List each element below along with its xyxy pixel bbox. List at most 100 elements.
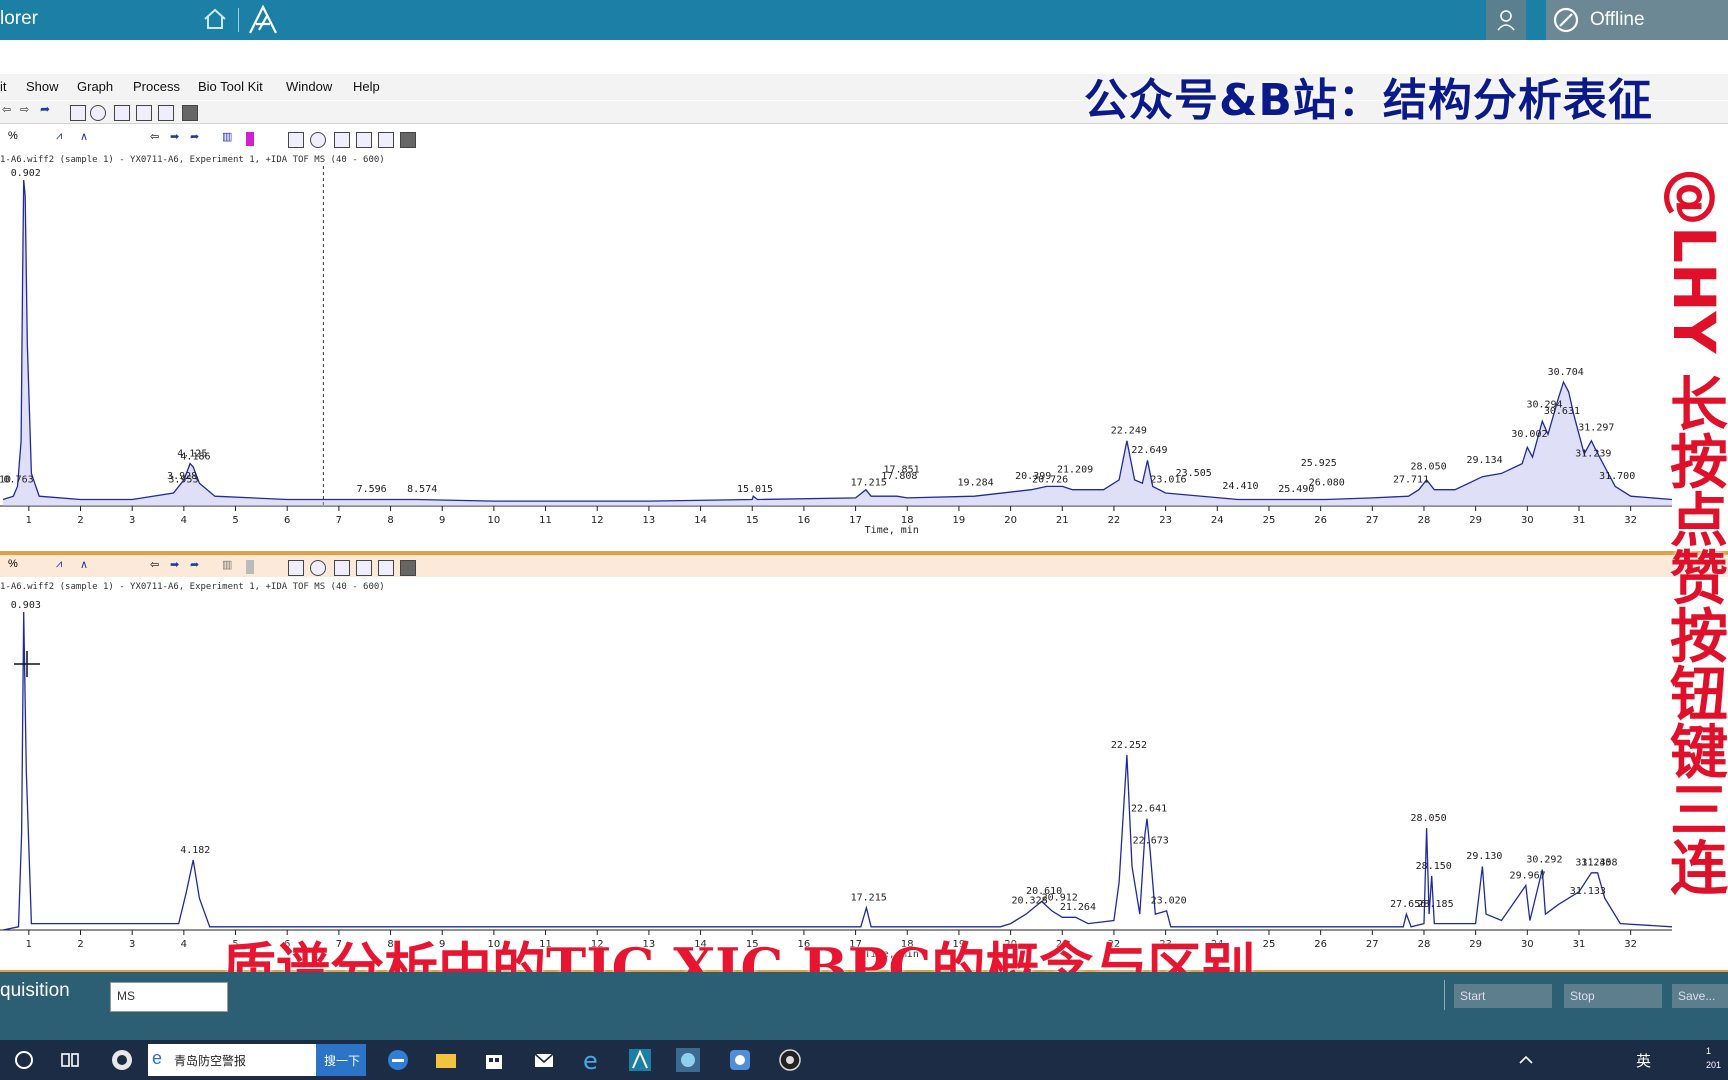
panel-delete-icon-2[interactable] <box>288 560 304 576</box>
marker-icon[interactable] <box>246 132 254 146</box>
x-tick-label: 7 <box>336 515 342 526</box>
x-tick-label: 19 <box>953 515 966 526</box>
x-tick-label: 4 <box>181 939 187 950</box>
series-area <box>3 180 1672 506</box>
panel-zoom-icon-2[interactable] <box>310 560 326 576</box>
title-separator <box>238 8 239 32</box>
stop-button[interactable]: Stop <box>1564 984 1662 1008</box>
panel-list-icon-2[interactable] <box>378 560 394 576</box>
layout-list-icon[interactable] <box>158 105 174 121</box>
file-explorer-icon[interactable] <box>432 1046 460 1074</box>
app-logo-icon[interactable] <box>246 4 280 36</box>
next-icon[interactable]: ➡ <box>170 130 184 144</box>
cortana-icon[interactable] <box>10 1046 38 1074</box>
taskbar-search[interactable]: e 青岛防空警报 <box>148 1044 316 1076</box>
mail-icon[interactable] <box>530 1046 558 1074</box>
internet-explorer-icon[interactable]: e <box>578 1046 606 1074</box>
panel-grid-icon-2[interactable] <box>334 560 350 576</box>
app-title: lorer <box>0 8 39 29</box>
panel-grid-icon[interactable] <box>334 132 350 148</box>
x-tick-label: 16 <box>798 515 811 526</box>
save-button[interactable]: Save... <box>1672 984 1728 1008</box>
panel-tile-icon-2[interactable] <box>356 560 372 576</box>
x-tick-label: 4 <box>181 515 187 526</box>
menu-process[interactable]: Process <box>133 79 180 94</box>
app-gear-icon[interactable] <box>726 1046 754 1074</box>
top-chromatogram[interactable]: 1 2 3 4 5 6 7 8 9 10 11 12 13 14 15 16 17 18 19 20 21 22 23 24 2… <box>0 166 1728 548</box>
menu-window[interactable]: Window <box>286 79 332 94</box>
x-tick-label: 8 <box>387 515 393 526</box>
marker-icon-2[interactable] <box>246 560 254 574</box>
back-icon-2[interactable]: ⇦ <box>150 558 164 572</box>
peak-label: 28.050 <box>1410 461 1446 472</box>
menu-bio-tool-kit[interactable]: Bio Tool Kit <box>198 79 263 94</box>
ms-field[interactable]: MS <box>110 982 228 1012</box>
x-tick-label: 14 <box>694 515 707 526</box>
peak-label: 23.020 <box>1151 896 1187 907</box>
panel-tile-icon[interactable] <box>356 132 372 148</box>
x-tick-label: 11 <box>539 515 552 526</box>
camera-icon[interactable] <box>182 105 198 121</box>
peak-label: 27.711 <box>1393 474 1429 485</box>
panel-list-icon[interactable] <box>378 132 394 148</box>
app-360-icon[interactable] <box>108 1046 136 1074</box>
menu-help[interactable]: Help <box>353 79 380 94</box>
start-button[interactable]: Start <box>1454 984 1552 1008</box>
delete-icon[interactable] <box>70 105 86 121</box>
x-tick-label: 26 <box>1314 939 1327 950</box>
task-view-icon[interactable] <box>56 1046 84 1074</box>
peak-label: 4.186 <box>180 452 210 463</box>
user-account-button[interactable] <box>1486 0 1526 40</box>
layout-tile-icon[interactable] <box>136 105 152 121</box>
home-icon[interactable] <box>202 6 228 32</box>
active-app-icon[interactable] <box>674 1046 702 1074</box>
forward2-icon[interactable]: ➦ <box>190 130 204 144</box>
edge-icon[interactable] <box>384 1046 412 1074</box>
peak-icon-2[interactable]: ∧ <box>80 558 94 572</box>
taskbar-search-button[interactable]: 搜一下 <box>316 1044 366 1076</box>
offline-icon <box>1553 7 1579 33</box>
spectrum-icon-2[interactable]: ⩘ <box>56 558 70 572</box>
peak-label: 15.015 <box>737 484 773 495</box>
redo-icon[interactable]: ⇨ <box>20 103 34 117</box>
zoom-icon[interactable] <box>90 105 106 121</box>
top-panel-toolbar: % ⩘ ∧ ⇦ ➡ ➦ ▥ <box>0 128 1540 150</box>
panel-delete-icon[interactable] <box>288 132 304 148</box>
x-tick-label: 12 <box>591 515 604 526</box>
menu-edit[interactable]: it <box>0 79 7 94</box>
peak-label: 30.631 <box>1544 406 1580 417</box>
undo-icon[interactable]: ⇦ <box>2 103 16 117</box>
layout-grid-icon[interactable] <box>114 105 130 121</box>
percent-icon-2[interactable]: % <box>8 558 22 572</box>
ime-language[interactable]: 英 <box>1636 1050 1651 1071</box>
store-icon[interactable] <box>480 1046 508 1074</box>
connection-status[interactable]: Offline <box>1546 0 1728 40</box>
panel-zoom-icon[interactable] <box>310 132 326 148</box>
tray-clock[interactable]: 1 201 <box>1706 1044 1721 1072</box>
next-icon-2[interactable]: ➡ <box>170 558 184 572</box>
x-tick-label: 29 <box>1469 939 1482 950</box>
analyst-app-icon[interactable] <box>626 1046 654 1074</box>
peak-label: 29.967 <box>1510 870 1546 881</box>
peak-label: 25.925 <box>1301 458 1337 469</box>
percent-icon[interactable]: % <box>8 130 22 144</box>
peak-icon[interactable]: ∧ <box>80 130 94 144</box>
peak-label: 31.358 <box>1581 858 1617 869</box>
panel-camera-icon[interactable] <box>400 132 416 148</box>
bar-chart-icon[interactable]: ▥ <box>222 130 236 144</box>
x-tick-label: 28 <box>1418 515 1431 526</box>
forward-icon[interactable]: ➦ <box>40 102 54 116</box>
spectrum-icon[interactable]: ⩘ <box>56 130 70 144</box>
menu-show[interactable]: Show <box>26 79 59 94</box>
forward2-icon-2[interactable]: ➦ <box>190 558 204 572</box>
panel-camera-icon-2[interactable] <box>400 560 416 576</box>
obs-icon[interactable] <box>776 1046 804 1074</box>
peak-label: 30.002 <box>1511 429 1547 440</box>
tray-chevron-icon[interactable] <box>1516 1046 1536 1074</box>
bottom-chromatogram[interactable]: 1 2 3 4 5 6 7 8 9 10 11 12 13 14 15 16 17 18 19 20 21 22 23 24 2… <box>0 596 1728 968</box>
x-tick-label: 17 <box>849 515 862 526</box>
menu-graph[interactable]: Graph <box>77 79 113 94</box>
bottom-panel-file-label: 1-A6.wiff2 (sample 1) - YX0711-A6, Exper… <box>0 582 385 592</box>
back-icon[interactable]: ⇦ <box>150 130 164 144</box>
bar-chart-icon-2[interactable]: ▥ <box>222 558 236 572</box>
